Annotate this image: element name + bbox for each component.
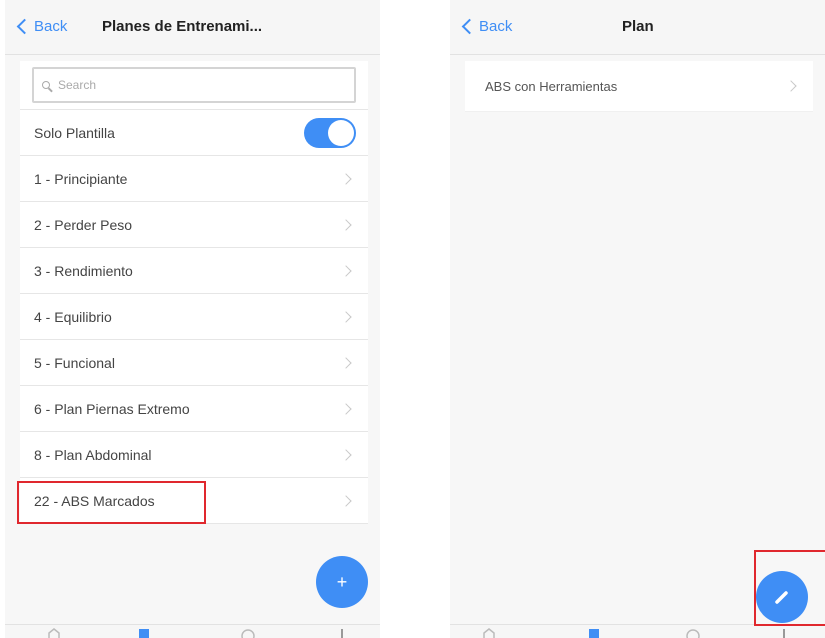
content-area: ABS con Herramientas <box>450 55 825 638</box>
search-icon <box>42 81 50 89</box>
list-item[interactable]: 6 - Plan Piernas Extremo <box>20 386 368 432</box>
plans-list-screen: Back Planes de Entrenami... Search Solo … <box>5 0 380 638</box>
back-button[interactable]: Back <box>15 18 67 35</box>
home-icon[interactable] <box>47 628 61 638</box>
exercise-list: ABS con Herramientas <box>465 61 813 112</box>
tab-bar <box>5 624 380 638</box>
chevron-right-icon <box>340 264 352 277</box>
search-placeholder: Search <box>58 78 97 92</box>
list-item-abs-marcados[interactable]: 22 - ABS Marcados <box>20 478 368 524</box>
toggle-label: Solo Plantilla <box>34 124 115 141</box>
page-title: Plan <box>622 18 654 35</box>
chevron-left-icon <box>16 18 33 35</box>
plan-detail-screen: Back Plan ABS con Herramientas <box>450 0 825 638</box>
chevron-right-icon <box>340 172 352 185</box>
home-icon[interactable] <box>482 628 496 638</box>
list-item-label: 5 - Funcional <box>34 354 115 371</box>
chevron-right-icon <box>340 448 352 461</box>
list-item[interactable]: 2 - Perder Peso <box>20 202 368 248</box>
solo-plantilla-toggle[interactable] <box>304 117 356 148</box>
list-item-label: 4 - Equilibrio <box>34 308 112 325</box>
toggle-knob <box>328 119 354 146</box>
list-item-label: 8 - Plan Abdominal <box>34 446 152 463</box>
content-area: Search Solo Plantilla 1 - Principiante 2… <box>5 55 380 638</box>
search-input[interactable]: Search <box>32 67 356 103</box>
chevron-right-icon <box>340 402 352 415</box>
plans-card: Search Solo Plantilla 1 - Principiante 2… <box>20 61 368 524</box>
list-item-label: ABS con Herramientas <box>485 78 618 94</box>
stats-icon[interactable] <box>335 628 349 638</box>
list-item[interactable]: ABS con Herramientas <box>465 61 813 112</box>
chevron-right-icon <box>340 218 352 231</box>
list-item[interactable]: 5 - Funcional <box>20 340 368 386</box>
chevron-right-icon <box>340 356 352 369</box>
back-label: Back <box>34 18 68 35</box>
search-row: Search <box>20 61 368 110</box>
list-item-label: 3 - Rendimiento <box>34 262 133 279</box>
back-label: Back <box>479 18 513 35</box>
chevron-right-icon <box>340 494 352 507</box>
calendar-icon[interactable] <box>587 628 601 638</box>
plus-icon: + <box>336 571 348 592</box>
list-item-label: 1 - Principiante <box>34 170 128 187</box>
tab-bar <box>450 624 825 638</box>
chevron-right-icon <box>340 310 352 323</box>
solo-plantilla-row: Solo Plantilla <box>20 110 368 156</box>
list-item[interactable]: 1 - Principiante <box>20 156 368 202</box>
chevron-left-icon <box>461 18 478 35</box>
list-item[interactable]: 3 - Rendimiento <box>20 248 368 294</box>
add-plan-button[interactable]: + <box>316 556 368 608</box>
navigation-bar: Back Plan <box>450 0 825 55</box>
stats-icon[interactable] <box>777 628 791 638</box>
list-item-label: 2 - Perder Peso <box>34 216 133 233</box>
clock-icon[interactable] <box>241 628 255 638</box>
edit-plan-button[interactable] <box>756 571 808 623</box>
page-title: Planes de Entrenami... <box>102 18 263 35</box>
list-item[interactable]: 4 - Equilibrio <box>20 294 368 340</box>
calendar-icon[interactable] <box>137 628 151 638</box>
back-button[interactable]: Back <box>460 18 512 35</box>
pencil-icon <box>775 591 788 604</box>
list-item-label: 6 - Plan Piernas Extremo <box>34 400 190 417</box>
list-item-label: 22 - ABS Marcados <box>34 492 155 509</box>
list-item[interactable]: 8 - Plan Abdominal <box>20 432 368 478</box>
chevron-right-icon <box>785 80 797 92</box>
clock-icon[interactable] <box>686 628 700 638</box>
navigation-bar: Back Planes de Entrenami... <box>5 0 380 55</box>
